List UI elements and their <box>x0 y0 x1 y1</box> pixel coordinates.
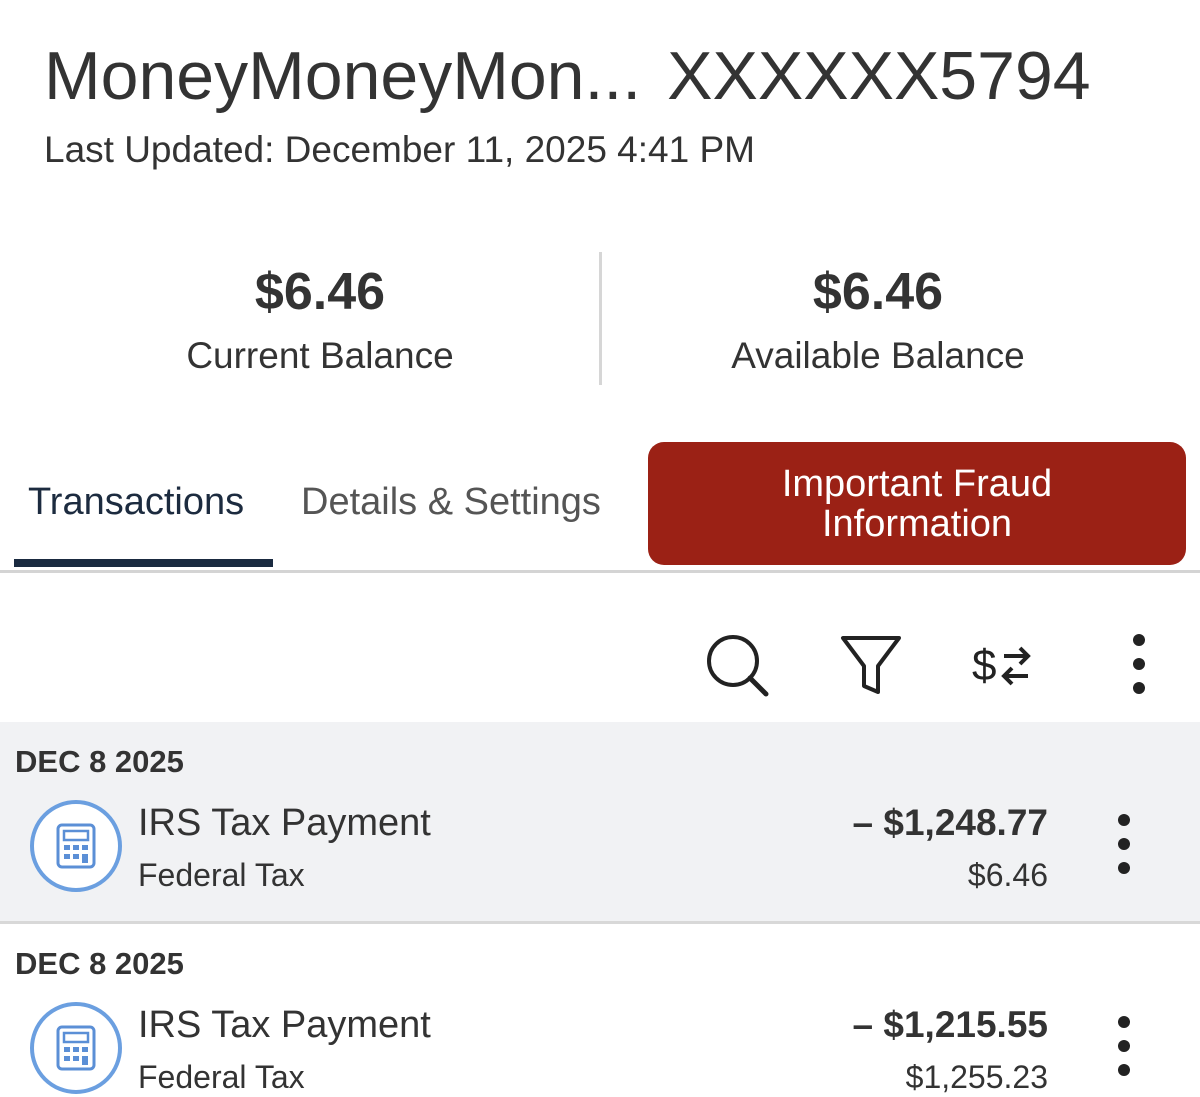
more-options-button[interactable] <box>1104 630 1174 700</box>
current-balance: $6.46 Current Balance <box>110 262 530 378</box>
transaction-name[interactable]: IRS Tax Payment <box>138 1002 431 1048</box>
tab-details-settings[interactable]: Details & Settings <box>301 478 601 526</box>
tabs-divider <box>0 570 1200 573</box>
transaction-running-balance: $1,255.23 <box>905 1059 1048 1095</box>
transaction-icon <box>30 1002 122 1094</box>
balance-divider <box>599 252 602 385</box>
more-vertical-icon <box>1118 1016 1130 1076</box>
search-icon <box>707 635 769 697</box>
transaction-category: Federal Tax <box>138 1059 305 1095</box>
account-name: MoneyMoneyMon... <box>44 38 642 114</box>
available-balance-label: Available Balance <box>731 335 1025 376</box>
active-tab-indicator <box>14 559 273 567</box>
more-vertical-icon <box>1133 634 1145 694</box>
account-page: MoneyMoneyMon... XXXXXX5794 Last Updated:… <box>0 0 1200 1097</box>
current-balance-label: Current Balance <box>186 335 454 376</box>
transaction-more-button[interactable] <box>1104 810 1144 880</box>
tab-transactions[interactable]: Transactions <box>28 478 244 526</box>
more-vertical-icon <box>1118 814 1130 874</box>
transaction-name[interactable]: IRS Tax Payment <box>138 800 431 846</box>
transaction-running-balance: $6.46 <box>967 857 1048 893</box>
transaction-group: DEC 8 2025 IRS Tax Payment Federal Tax –… <box>0 722 1200 922</box>
last-updated: Last Updated: December 11, 2025 4:41 PM <box>44 129 755 170</box>
fraud-information-button[interactable]: Important Fraud Information <box>648 442 1186 565</box>
filter-icon <box>841 636 901 694</box>
transaction-date: DEC 8 2025 <box>15 744 184 779</box>
available-balance-amount: $6.46 <box>812 263 944 321</box>
dollar-transfer-icon: $ <box>972 641 1031 690</box>
search-button[interactable] <box>702 630 772 700</box>
available-balance: $6.46 Available Balance <box>668 262 1088 378</box>
transaction-category: Federal Tax <box>138 857 305 893</box>
svg-text:$: $ <box>972 641 996 690</box>
calculator-icon <box>56 823 96 869</box>
transaction-date: DEC 8 2025 <box>15 946 184 981</box>
transaction-icon <box>30 800 122 892</box>
account-number: XXXXXX5794 <box>667 38 1091 114</box>
calculator-icon <box>56 1025 96 1071</box>
transaction-group: DEC 8 2025 IRS Tax Payment Federal Tax –… <box>0 924 1200 1097</box>
transaction-more-button[interactable] <box>1104 1012 1144 1082</box>
transaction-amount: – $1,248.77 <box>852 802 1048 843</box>
dollar-transfer-button[interactable]: $ <box>968 630 1038 700</box>
current-balance-amount: $6.46 <box>254 263 386 321</box>
filter-button[interactable] <box>836 630 906 700</box>
transaction-amount: – $1,215.55 <box>852 1004 1048 1045</box>
account-title: MoneyMoneyMon... XXXXXX5794 <box>44 38 1091 114</box>
fraud-information-label: Important Fraud Information <box>781 462 1053 545</box>
